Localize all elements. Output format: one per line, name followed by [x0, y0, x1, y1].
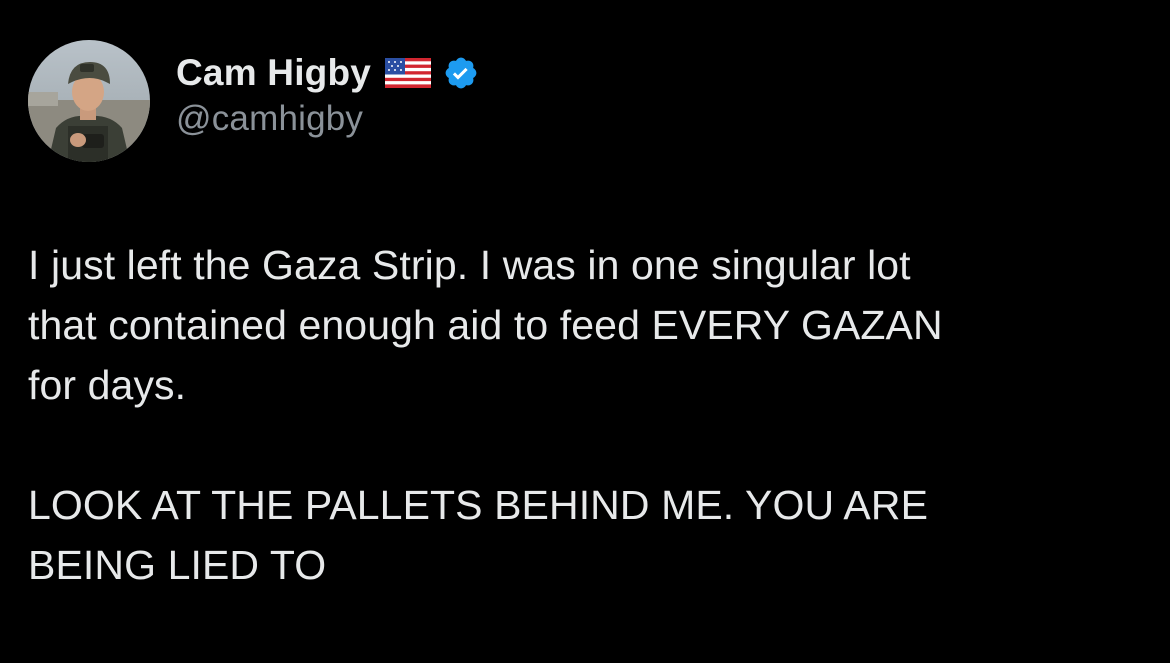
name-row: Cam Higby: [176, 49, 479, 97]
us-flag-icon: [385, 58, 432, 88]
tweet-header: Cam Higby @camhigby: [28, 40, 479, 162]
tweet-paragraph: LOOK AT THE PALLETS BEHIND ME. YOU ARE B…: [28, 482, 929, 588]
tweet-paragraph: I just left the Gaza Strip. I was in one…: [28, 242, 943, 408]
author-handle[interactable]: @camhigby: [176, 99, 479, 139]
tweet-text: I just left the Gaza Strip. I was in one…: [28, 235, 1138, 595]
tweet-card: Cam Higby @camhigby I just left the Gaza…: [0, 0, 1170, 663]
avatar[interactable]: [28, 40, 150, 162]
avatar-image: [28, 40, 150, 162]
author-display-name[interactable]: Cam Higby: [176, 52, 371, 94]
verified-badge-icon[interactable]: [443, 55, 479, 91]
author-identity: Cam Higby @camhigby: [176, 49, 479, 139]
